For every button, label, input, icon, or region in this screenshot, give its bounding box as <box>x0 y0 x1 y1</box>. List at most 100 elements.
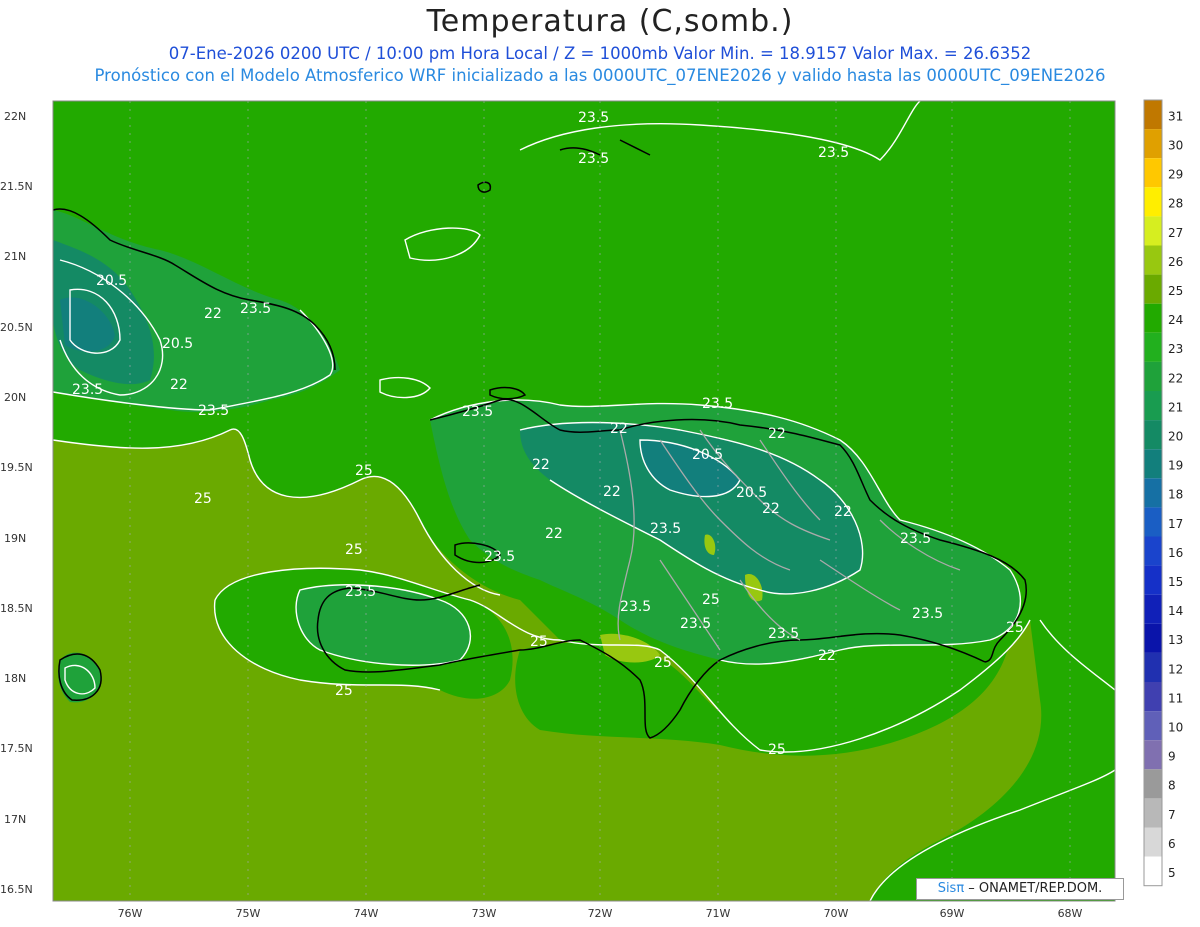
colorbar-swatch <box>1144 623 1162 653</box>
colorbar-label: 5 <box>1168 866 1176 880</box>
colorbar-label: 14 <box>1168 604 1183 618</box>
lat-label: 22N <box>4 110 26 123</box>
colorbar-swatch <box>1144 594 1162 624</box>
contour-label: 23.5 <box>680 616 711 632</box>
lat-label: 16.5N <box>0 883 33 896</box>
temperature-map: 22N 21.5N 21N 20.5N 20N 19.5N 19N 18.5N … <box>0 99 1183 920</box>
colorbar-swatch <box>1144 216 1162 246</box>
lat-label: 19N <box>4 532 26 545</box>
contour-label: 25 <box>335 683 353 699</box>
colorbar-swatch <box>1144 361 1162 391</box>
colorbar-label: 9 <box>1168 750 1176 764</box>
lon-label: 76W <box>118 907 143 920</box>
colorbar-label: 18 <box>1168 488 1183 502</box>
colorbar-swatch <box>1144 652 1162 682</box>
contour-label: 25 <box>530 634 548 650</box>
contour-label: 23.5 <box>912 606 943 622</box>
colorbar-swatch <box>1144 274 1162 304</box>
lat-label: 21.5N <box>0 180 33 193</box>
colorbar-swatch <box>1144 391 1162 421</box>
contour-label: 20.5 <box>736 485 767 501</box>
lat-label: 19.5N <box>0 461 33 474</box>
colorbar-swatch <box>1144 798 1162 828</box>
colorbar: 31 30 29 28 27 26 25 24 23 22 21 20 19 18 17 16 15 14 13 12… <box>1143 99 1183 887</box>
colorbar-swatch <box>1144 158 1162 188</box>
contour-label: 22 <box>532 457 550 473</box>
contour-label: 22 <box>545 526 563 542</box>
colorbar-label: 24 <box>1168 313 1183 327</box>
lat-label: 17N <box>4 813 26 826</box>
lon-label: 74W <box>354 907 379 920</box>
contour-label: 25 <box>345 542 363 558</box>
lon-label: 75W <box>236 907 261 920</box>
colorbar-swatch <box>1144 478 1162 508</box>
colorbar-label: 11 <box>1168 691 1183 705</box>
colorbar-swatch <box>1144 856 1162 886</box>
colorbar-label: 8 <box>1168 779 1176 793</box>
contour-label: 22 <box>603 484 621 500</box>
lat-label: 20.5N <box>0 321 33 334</box>
credit-pi: π <box>956 881 965 896</box>
colorbar-label: 27 <box>1168 226 1183 240</box>
contour-label: 25 <box>1006 620 1024 636</box>
colorbar-label: 20 <box>1168 429 1183 443</box>
contour-label: 22 <box>610 421 628 437</box>
lon-label: 72W <box>588 907 613 920</box>
colorbar-label: 12 <box>1168 662 1183 676</box>
longitude-axis: 76W 75W 74W 73W 72W 71W 70W 69W 68W <box>118 907 1083 920</box>
contour-label: 22 <box>834 504 852 520</box>
contour-label: 22 <box>170 377 188 393</box>
colorbar-swatch <box>1144 536 1162 566</box>
colorbar-label: 16 <box>1168 546 1183 560</box>
colorbar-label: 21 <box>1168 400 1183 414</box>
contour-label: 23.5 <box>620 599 651 615</box>
credit-text: – ONAMET/REP.DOM. <box>964 881 1103 896</box>
contour-label: 20.5 <box>96 273 127 289</box>
colorbar-swatch <box>1144 245 1162 275</box>
colorbar-swatch <box>1144 332 1162 362</box>
colorbar-label: 25 <box>1168 284 1183 298</box>
colorbar-label: 22 <box>1168 371 1183 385</box>
contour-label: 23.5 <box>198 403 229 419</box>
lon-label: 73W <box>472 907 497 920</box>
colorbar-swatch <box>1144 827 1162 857</box>
contour-label: 22 <box>768 426 786 442</box>
contour-label: 23.5 <box>818 145 849 161</box>
contour-label: 23.5 <box>900 531 931 547</box>
contour-label: 23.5 <box>72 382 103 398</box>
colorbar-label: 13 <box>1168 633 1183 647</box>
lat-label: 20N <box>4 391 26 404</box>
colorbar-swatch <box>1144 187 1162 217</box>
credit-box: Sisπ – ONAMET/REP.DOM. <box>916 878 1124 900</box>
contour-label: 25 <box>355 463 373 479</box>
contour-label: 25 <box>654 655 672 671</box>
colorbar-label: 23 <box>1168 342 1183 356</box>
colorbar-label: 31 <box>1168 109 1183 123</box>
colorbar-label: 15 <box>1168 575 1183 589</box>
latitude-axis: 22N 21.5N 21N 20.5N 20N 19.5N 19N 18.5N … <box>0 110 33 896</box>
colorbar-label: 29 <box>1168 168 1183 182</box>
colorbar-label: 30 <box>1168 138 1183 152</box>
colorbar-swatch <box>1144 100 1162 130</box>
colorbar-label: 28 <box>1168 197 1183 211</box>
lat-label: 17.5N <box>0 742 33 755</box>
contour-label: 23.5 <box>578 110 609 126</box>
contour-label: 20.5 <box>692 447 723 463</box>
colorbar-swatch <box>1144 129 1162 159</box>
lon-label: 69W <box>940 907 965 920</box>
contour-label: 23.5 <box>650 521 681 537</box>
colorbar-label: 17 <box>1168 517 1183 531</box>
contour-label: 23.5 <box>768 626 799 642</box>
colorbar-swatch <box>1144 565 1162 595</box>
colorbar-label: 6 <box>1168 837 1176 851</box>
contour-label: 25 <box>768 742 786 758</box>
contour-label: 22 <box>762 501 780 517</box>
contour-label: 20.5 <box>162 336 193 352</box>
colorbar-swatch <box>1144 711 1162 741</box>
colorbar-label: 26 <box>1168 255 1183 269</box>
contour-label: 23.5 <box>578 151 609 167</box>
lat-label: 18.5N <box>0 602 33 615</box>
colorbar-swatch <box>1144 303 1162 333</box>
colorbar-label: 19 <box>1168 459 1183 473</box>
colorbar-label: 10 <box>1168 720 1183 734</box>
